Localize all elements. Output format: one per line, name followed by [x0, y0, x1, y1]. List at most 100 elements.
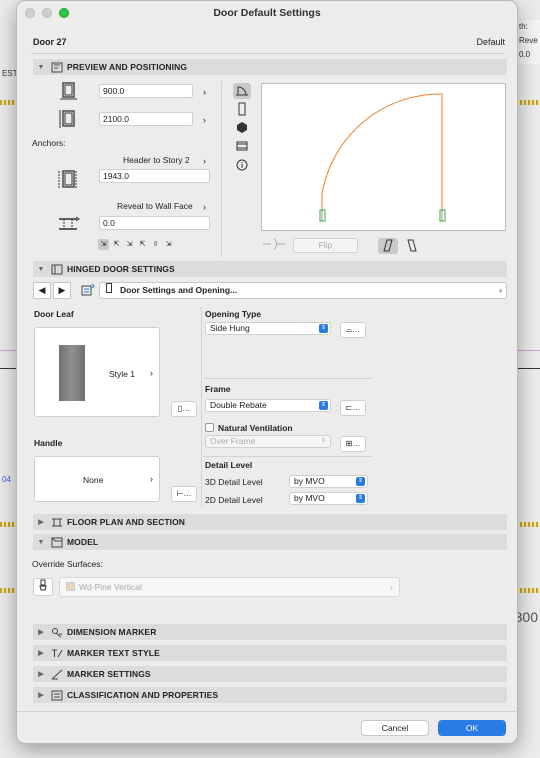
height-options-arrow[interactable]: › [199, 114, 210, 126]
select-arrows-icon: ⇕ [319, 401, 328, 410]
elevation-view-icon[interactable] [233, 102, 251, 118]
detail-3d-select[interactable]: by MVO ⇕ [289, 475, 368, 488]
section-classification-header[interactable]: ▶ CLASSIFICATION AND PROPERTIES [33, 687, 507, 703]
door-leaf-preview [59, 345, 85, 401]
opening-type-value: Side Hung [210, 323, 250, 333]
section-marker-settings-header[interactable]: ▶ MARKER SETTINGS [33, 666, 507, 682]
expanded-triangle-icon: ▼ [37, 538, 45, 546]
surface-value: Wd-Pine Vertical [79, 582, 142, 592]
flip-button[interactable]: Flip [293, 238, 358, 253]
detail-2d-select[interactable]: by MVO ⇕ [289, 492, 368, 505]
previous-page-button[interactable]: ◀ [33, 282, 51, 299]
anchor-option-5-icon[interactable]: ⇳ [150, 239, 161, 250]
background-wall-strip [516, 588, 540, 593]
door-leaf-label: Door Leaf [34, 309, 74, 319]
detail-2d-label: 2D Detail Level [205, 495, 263, 505]
model-icon [49, 536, 65, 548]
floor-plan-icon [49, 516, 65, 528]
surface-swatch [66, 582, 75, 591]
anchor-option-4-icon[interactable]: ⇱ [137, 239, 148, 250]
anchor-options-arrow[interactable]: › [199, 155, 210, 167]
marker-text-icon [49, 647, 65, 659]
collapsed-triangle-icon: ▶ [38, 650, 44, 657]
section-preview-header[interactable]: ▼ PREVIEW AND POSITIONING [33, 59, 507, 75]
background-label: th: [519, 22, 528, 31]
section-view-icon[interactable] [233, 140, 251, 156]
handle-options-button[interactable]: ⊢… [171, 486, 197, 502]
frame-label: Frame [205, 384, 231, 394]
detail-level-label: Detail Level [205, 460, 253, 470]
section-floor-plan-title: FLOOR PLAN AND SECTION [67, 517, 186, 527]
preview-section-icon [49, 61, 65, 73]
handle-style-name: None [83, 475, 104, 485]
ventilation-select[interactable]: Over Frame ⇕ [205, 435, 331, 448]
info-icon[interactable] [233, 159, 251, 175]
section-marker-text-header[interactable]: ▶ MARKER TEXT STYLE [33, 645, 507, 661]
reveal-options-arrow[interactable]: › [199, 201, 210, 213]
ventilation-value: Over Frame [210, 436, 256, 446]
door-settings-icon [49, 263, 65, 275]
section-floor-plan-header[interactable]: ▶ FLOOR PLAN AND SECTION [33, 514, 507, 530]
mirror-left-icon[interactable] [378, 238, 398, 254]
background-number: 300 [514, 609, 538, 625]
door-preview-canvas [261, 83, 506, 231]
chevron-right-icon: › [499, 285, 502, 295]
door-leaf-style-card[interactable]: Style 1 › [34, 327, 160, 417]
section-dimension-marker-header[interactable]: ▶ DIMENSION MARKER [33, 624, 507, 640]
ok-button[interactable]: OK [438, 720, 506, 736]
anchor-option-1-icon[interactable]: ⇲ [98, 239, 109, 250]
door-swing-flip-icon[interactable] [261, 237, 285, 253]
anchor-reference-select[interactable]: Header to Story 2 [123, 155, 190, 165]
background-wall-strip [516, 100, 540, 105]
anchor-option-2-icon[interactable]: ⇱ [111, 239, 122, 250]
ventilation-options-button[interactable]: ⊞… [340, 436, 366, 452]
width-input[interactable]: 900.0 [99, 84, 193, 98]
detail-2d-value: by MVO [294, 493, 325, 503]
chevron-right-icon: › [390, 582, 393, 592]
detail-3d-value: by MVO [294, 476, 325, 486]
detail-3d-label: 3D Detail Level [205, 477, 263, 487]
title-bar[interactable]: Door Default Settings [17, 1, 517, 25]
section-marker-text-title: MARKER TEXT STYLE [67, 648, 160, 658]
surface-select[interactable]: Wd-Pine Vertical › [59, 577, 400, 597]
height-input[interactable]: 2100.0 [99, 112, 193, 126]
close-window-button[interactable] [25, 8, 35, 18]
page-select[interactable]: Door Settings and Opening... › [99, 282, 507, 299]
paint-brush-icon [39, 579, 47, 591]
door-leaf-options-button[interactable]: ▯… [171, 401, 197, 417]
section-dimension-marker-title: DIMENSION MARKER [67, 627, 157, 637]
page-list-icon[interactable] [80, 283, 96, 298]
height-dimension-icon [57, 109, 79, 129]
3d-view-icon[interactable] [233, 121, 251, 137]
cancel-button[interactable]: Cancel [361, 720, 429, 736]
override-surface-toggle[interactable] [33, 578, 53, 596]
reveal-value-input[interactable]: 0.0 [99, 216, 210, 230]
frame-options-button[interactable]: ⊏… [340, 400, 366, 416]
section-model-header[interactable]: ▼ MODEL [33, 534, 507, 550]
opening-type-options-button[interactable]: ⌓… [340, 322, 366, 338]
expanded-triangle-icon: ▼ [37, 265, 45, 273]
select-arrows-icon: ⇕ [319, 324, 328, 333]
divider [203, 456, 373, 457]
zoom-window-button[interactable] [59, 8, 69, 18]
anchor-option-6-icon[interactable]: ⇲ [163, 239, 174, 250]
minimize-window-button[interactable] [42, 8, 52, 18]
section-hinged-header[interactable]: ▼ HINGED DOOR SETTINGS [33, 261, 507, 277]
background-line [518, 350, 540, 351]
background-label: Reve [519, 36, 538, 45]
window-controls [25, 8, 69, 18]
anchor-value-input[interactable]: 1943.0 [99, 169, 210, 183]
handle-style-card[interactable]: None › [34, 456, 160, 502]
opening-type-select[interactable]: Side Hung ⇕ [205, 322, 331, 335]
frame-jamb-right [439, 209, 446, 222]
plan-view-icon[interactable] [233, 83, 251, 99]
anchor-option-3-icon[interactable]: ⇲ [124, 239, 135, 250]
background-wall-strip [0, 522, 16, 527]
natural-ventilation-checkbox[interactable] [205, 423, 214, 432]
next-page-button[interactable]: ▶ [53, 282, 71, 299]
width-options-arrow[interactable]: › [199, 86, 210, 98]
expanded-triangle-icon: ▼ [37, 63, 45, 71]
reveal-reference-select[interactable]: Reveal to Wall Face [117, 201, 193, 211]
frame-select[interactable]: Double Rebate ⇕ [205, 399, 331, 412]
mirror-right-icon[interactable] [402, 238, 422, 254]
